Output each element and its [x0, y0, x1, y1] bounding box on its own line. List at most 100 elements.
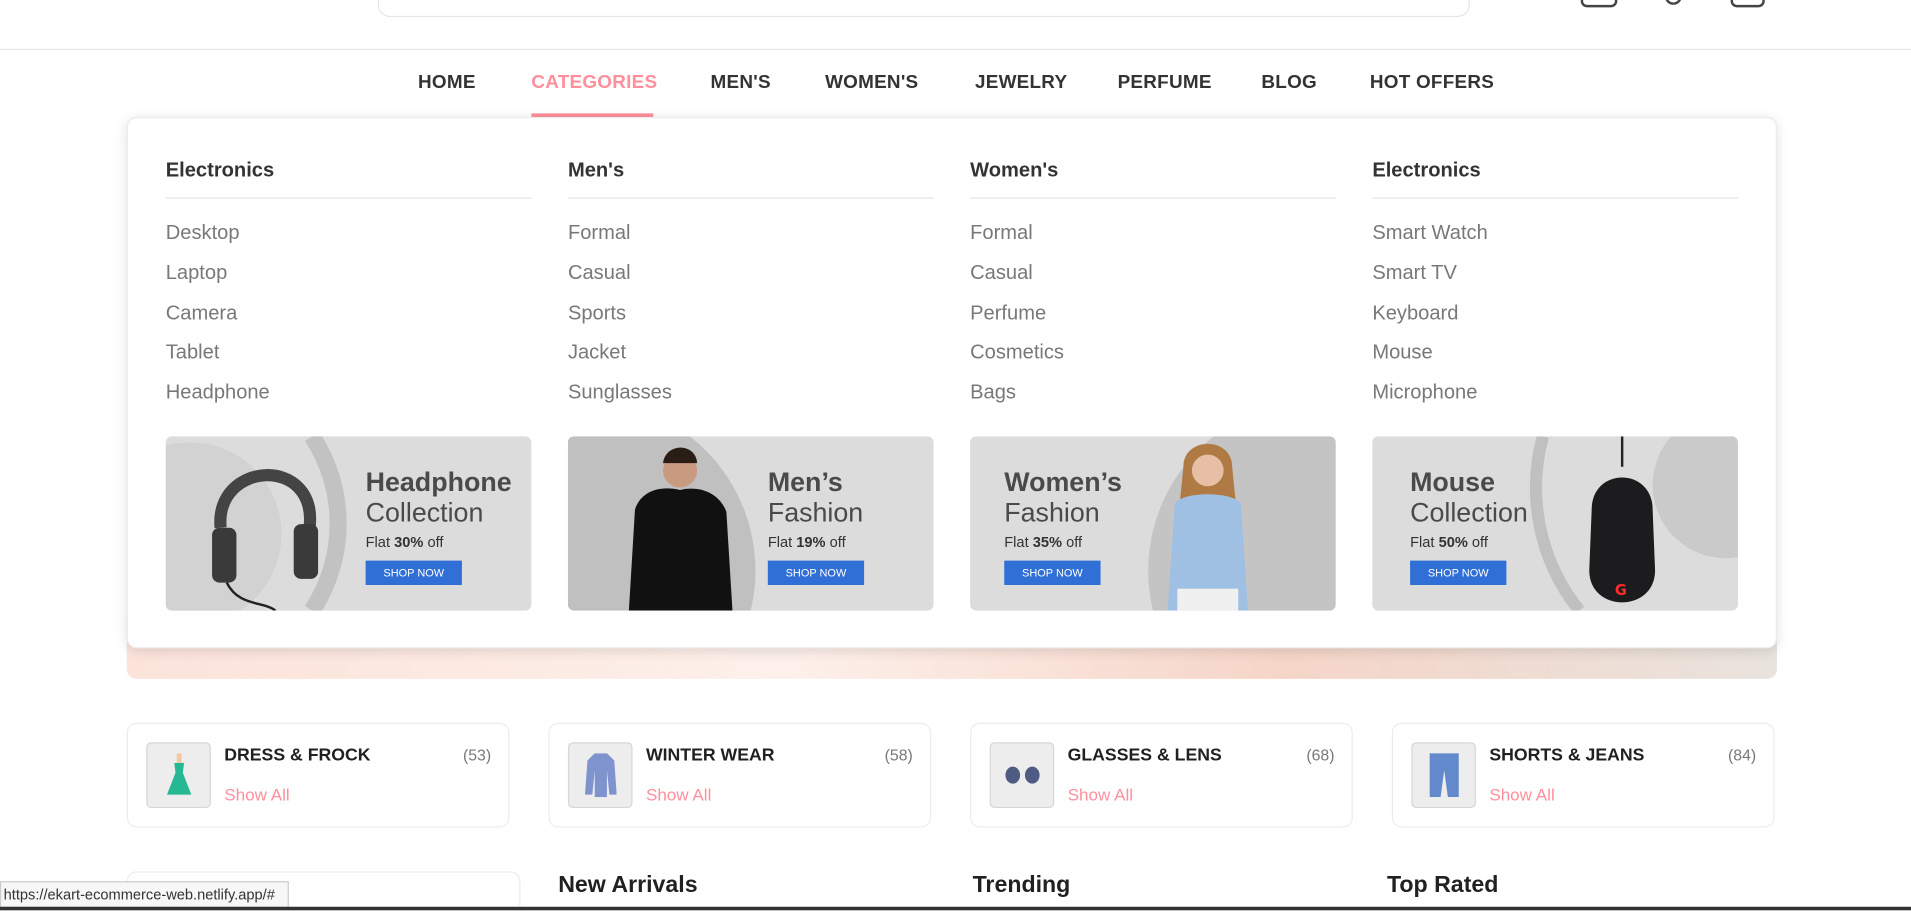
banner-subtitle: Collection — [365, 497, 484, 528]
window-bottom-edge — [0, 906, 1911, 911]
jeans-icon — [1411, 742, 1476, 809]
menu-column-electronics: Electronics Desktop Laptop Camera Tablet… — [165, 160, 532, 418]
menu-column-electronics-2: Electronics Smart Watch Smart TV Keyboar… — [1372, 160, 1738, 418]
shop-now-button[interactable]: SHOP NOW — [767, 560, 865, 585]
column-heading: Men's — [567, 160, 934, 199]
banner-title: Women’s — [1004, 466, 1122, 498]
category-count: (58) — [884, 745, 913, 765]
nav-categories[interactable]: CATEGORIES — [531, 72, 657, 94]
menu-item[interactable]: Microphone — [1372, 378, 1738, 418]
menu-column-womens: Women's Formal Casual Perfume Cosmetics … — [970, 160, 1336, 418]
discount-value: 30% — [394, 533, 424, 551]
category-count: (84) — [1728, 745, 1757, 765]
banner-discount: Flat 30% off — [366, 534, 512, 551]
banner-subtitle: Collection — [1410, 497, 1528, 528]
discount-value: 35% — [1032, 533, 1063, 551]
menu-column-mens: Men's Formal Casual Sports Jacket Sungla… — [567, 160, 934, 418]
nav-jewelry[interactable]: JEWELRY — [975, 72, 1067, 94]
nav-mens[interactable]: MEN'S — [711, 72, 771, 94]
category-title: WINTER WEAR — [645, 745, 775, 766]
show-all-link[interactable]: Show All — [646, 785, 711, 805]
category-card[interactable]: SHORTS & JEANS (84) Show All — [1391, 722, 1775, 828]
mouse-banner[interactable]: G Mouse Collection Flat 50% off SHOP NOW — [1372, 436, 1738, 611]
flat-label: Flat — [365, 533, 391, 551]
nav-blog[interactable]: BLOG — [1261, 72, 1317, 94]
banner-title: Mouse — [1410, 466, 1496, 498]
dress-icon — [146, 742, 211, 809]
category-title: DRESS & FROCK — [224, 745, 371, 766]
categories-dropdown: Electronics Desktop Laptop Camera Tablet… — [126, 117, 1777, 649]
coat-icon — [567, 742, 633, 809]
heart-icon[interactable] — [1664, 0, 1682, 5]
category-title: GLASSES & LENS — [1067, 745, 1222, 766]
show-all-link[interactable]: Show All — [1068, 785, 1133, 805]
menu-item[interactable]: Smart Watch — [1372, 218, 1738, 258]
banner-title: Men’s — [767, 466, 843, 498]
menu-item[interactable]: Camera — [166, 298, 532, 338]
flat-label: Flat — [767, 533, 793, 551]
category-count: (68) — [1306, 745, 1335, 765]
bag-icon[interactable] — [1730, 0, 1765, 8]
menu-item[interactable]: Cosmetics — [970, 338, 1336, 378]
menu-item[interactable]: Desktop — [166, 218, 532, 258]
off-label: off — [427, 533, 444, 551]
column-heading: Electronics — [1372, 160, 1738, 199]
search-input[interactable] — [377, 0, 1470, 18]
banner-title: Headphone — [365, 466, 512, 498]
menu-item[interactable]: Smart TV — [1372, 258, 1738, 298]
menu-item[interactable]: Sunglasses — [568, 378, 934, 418]
menu-item[interactable]: Mouse — [1372, 338, 1738, 378]
nav-hot-offers[interactable]: HOT OFFERS — [1370, 72, 1494, 94]
shop-now-button[interactable]: SHOP NOW — [365, 560, 462, 585]
womens-fashion-banner[interactable]: Women’s Fashion Flat 35% off SHOP NOW — [970, 436, 1336, 611]
mens-fashion-banner[interactable]: Men’s Fashion Flat 19% off SHOP NOW — [567, 436, 934, 611]
menu-item[interactable]: Formal — [568, 218, 934, 258]
banner-discount: Flat 50% off — [1410, 534, 1528, 551]
page: HOME CATEGORIES MEN'S WOMEN'S JEWELRY PE… — [0, 0, 1911, 911]
discount-value: 19% — [796, 533, 826, 551]
off-label: off — [1066, 533, 1083, 551]
shop-now-button[interactable]: SHOP NOW — [1410, 560, 1507, 585]
section-new-arrivals: New Arrivals — [558, 872, 698, 899]
man-image — [567, 436, 756, 611]
nav-perfume[interactable]: PERFUME — [1118, 72, 1212, 94]
menu-item[interactable]: Jacket — [568, 338, 934, 378]
menu-item[interactable]: Casual — [970, 258, 1336, 298]
nav-home[interactable]: HOME — [418, 72, 476, 94]
show-all-link[interactable]: Show All — [1489, 785, 1554, 805]
shop-now-button[interactable]: SHOP NOW — [1004, 560, 1101, 585]
show-all-link[interactable]: Show All — [224, 785, 289, 805]
section-top-rated: Top Rated — [1386, 872, 1499, 899]
menu-item[interactable]: Laptop — [166, 258, 532, 298]
section-trending: Trending — [972, 872, 1071, 899]
discount-value: 50% — [1438, 533, 1468, 551]
off-label: off — [829, 533, 846, 551]
category-title: SHORTS & JEANS — [1489, 745, 1645, 766]
menu-item[interactable]: Bags — [970, 378, 1336, 418]
banner-subtitle: Fashion — [1004, 497, 1100, 528]
menu-item[interactable]: Casual — [568, 258, 934, 298]
column-heading: Women's — [970, 160, 1336, 199]
banner-subtitle: Fashion — [767, 497, 864, 528]
menu-item[interactable]: Formal — [970, 218, 1336, 258]
menu-item[interactable]: Sports — [568, 298, 934, 338]
menu-item[interactable]: Keyboard — [1372, 298, 1738, 338]
menu-item[interactable]: Perfume — [970, 298, 1336, 338]
glasses-icon — [989, 742, 1055, 809]
header-divider — [0, 48, 1911, 50]
category-card[interactable]: DRESS & FROCK (53) Show All — [126, 722, 510, 828]
menu-item[interactable]: Headphone — [166, 378, 532, 418]
banner-discount: Flat 19% off — [768, 534, 864, 551]
link-status-bar: https://ekart-ecommerce-web.netlify.app/… — [0, 881, 289, 908]
category-card[interactable]: WINTER WEAR (58) Show All — [548, 722, 932, 828]
flat-label: Flat — [1410, 533, 1435, 551]
headphone-banner[interactable]: Headphone Collection Flat 30% off SHOP N… — [165, 436, 532, 611]
category-count: (53) — [462, 745, 492, 765]
svg-text:G: G — [1615, 582, 1627, 599]
menu-item[interactable]: Tablet — [166, 338, 532, 378]
off-label: off — [1471, 533, 1488, 551]
category-card[interactable]: GLASSES & LENS (68) Show All — [970, 722, 1353, 828]
banner-discount: Flat 35% off — [1004, 534, 1122, 551]
user-icon[interactable] — [1580, 0, 1618, 8]
nav-womens[interactable]: WOMEN'S — [825, 72, 918, 94]
